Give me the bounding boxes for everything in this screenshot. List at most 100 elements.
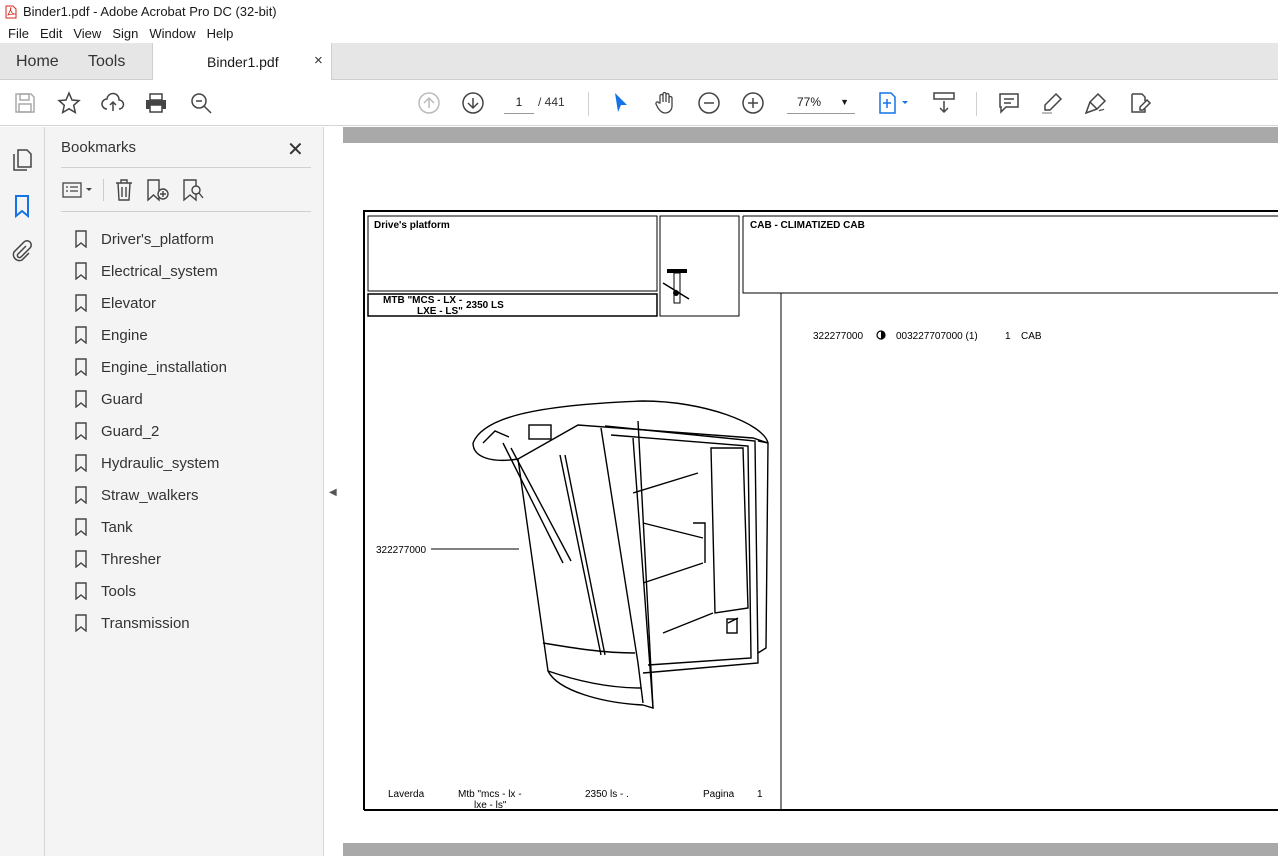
bookmark-item[interactable]: Driver's_platform xyxy=(75,223,227,255)
bookmark-icon xyxy=(75,486,87,504)
bookmark-icon xyxy=(75,294,87,312)
parts-row-desc: CAB xyxy=(1021,331,1042,342)
title-bar: Binder1.pdf - Adobe Acrobat Pro DC (32-b… xyxy=(0,0,1278,23)
attachment-icon[interactable] xyxy=(10,239,34,263)
menu-bar: File Edit View Sign Window Help xyxy=(0,23,1278,43)
bookmark-item[interactable]: Hydraulic_system xyxy=(75,447,227,479)
menu-window[interactable]: Window xyxy=(149,26,195,41)
menu-edit[interactable]: Edit xyxy=(40,26,62,41)
bookmark-options-icon[interactable] xyxy=(61,179,95,201)
bookmarks-title: Bookmarks xyxy=(61,139,137,156)
highlight-icon[interactable] xyxy=(1040,91,1064,115)
star-icon[interactable] xyxy=(57,91,81,115)
new-bookmark-icon[interactable] xyxy=(145,178,171,202)
close-tab-icon[interactable]: × xyxy=(314,52,323,69)
print-icon[interactable] xyxy=(144,91,168,115)
bookmark-item[interactable]: Tank xyxy=(75,511,227,543)
save-icon[interactable] xyxy=(13,91,37,115)
divider xyxy=(61,211,311,212)
footer-brand: Laverda xyxy=(388,789,425,800)
toolbar-divider xyxy=(976,92,977,116)
sign-pen-icon[interactable] xyxy=(1084,91,1108,115)
bookmark-item[interactable]: Tools xyxy=(75,575,227,607)
chevron-down-icon: ▼ xyxy=(840,97,849,107)
header-section-title: Drive's platform xyxy=(374,220,450,231)
left-rail xyxy=(0,127,45,856)
zoom-value: 77% xyxy=(797,95,822,109)
tab-document-label: Binder1.pdf xyxy=(207,54,279,70)
bookmark-icon xyxy=(75,358,87,376)
bookmark-panel-icon[interactable] xyxy=(10,194,34,219)
footer-page-number: 1 xyxy=(757,789,763,800)
toolbar-divider xyxy=(588,92,589,116)
bookmark-icon xyxy=(75,230,87,248)
fit-page-icon[interactable] xyxy=(876,91,912,115)
menu-sign[interactable]: Sign xyxy=(112,26,138,41)
bookmark-item[interactable]: Transmission xyxy=(75,607,227,639)
parts-diagram-page: Drive's platform MTB "MCS - LX - LXE - L… xyxy=(363,210,1278,811)
collapse-panel-icon[interactable]: ◀ xyxy=(329,487,337,498)
divider xyxy=(103,179,104,201)
cloud-upload-icon[interactable] xyxy=(101,91,125,115)
select-cursor-icon[interactable] xyxy=(609,91,633,115)
page-total: / 441 xyxy=(538,95,565,109)
bookmark-icon xyxy=(75,422,87,440)
menu-help[interactable]: Help xyxy=(207,26,234,41)
bookmarks-panel: Bookmarks ✕ Driver's_platform Electrical… xyxy=(45,127,324,856)
delete-bookmark-icon[interactable] xyxy=(113,178,135,202)
parts-row-ref: 322277000 xyxy=(813,331,863,342)
footer-model-line2: lxe - ls" xyxy=(474,800,507,811)
zoom-out-icon[interactable] xyxy=(697,91,721,115)
bookmark-item[interactable]: Straw_walkers xyxy=(75,479,227,511)
header-model-line1: MTB "MCS - LX - xyxy=(383,295,462,306)
footer-page-label: Pagina xyxy=(703,789,735,800)
tab-bar: Home Tools Binder1.pdf × xyxy=(0,43,1278,81)
tab-tools[interactable]: Tools xyxy=(88,43,125,80)
bookmark-item[interactable]: Thresher xyxy=(75,543,227,575)
acrobat-icon xyxy=(5,5,17,18)
page-number-input[interactable]: 1 xyxy=(504,90,534,114)
main-toolbar xyxy=(0,80,1278,126)
bookmark-item[interactable]: Elevator xyxy=(75,287,227,319)
tab-document[interactable]: Binder1.pdf × xyxy=(152,43,332,81)
fill-sign-icon[interactable] xyxy=(1128,91,1152,115)
menu-view[interactable]: View xyxy=(73,26,101,41)
parts-row-code: 003227707000 (1) xyxy=(896,331,978,342)
header-group-title: CAB - CLIMATIZED CAB xyxy=(750,220,865,231)
bookmark-list: Driver's_platform Electrical_system Elev… xyxy=(75,223,227,639)
previous-page-icon[interactable] xyxy=(417,91,441,115)
bookmark-icon xyxy=(75,326,87,344)
search-icon[interactable] xyxy=(189,91,213,115)
bookmark-icon xyxy=(75,582,87,600)
bookmark-icon xyxy=(75,262,87,280)
comment-icon[interactable] xyxy=(997,91,1021,115)
bookmark-icon xyxy=(75,550,87,568)
bookmark-item[interactable]: Engine xyxy=(75,319,227,351)
next-page-icon[interactable] xyxy=(461,91,485,115)
search-bookmark-icon[interactable] xyxy=(181,178,205,202)
hand-tool-icon[interactable] xyxy=(653,91,677,115)
tab-home[interactable]: Home xyxy=(16,43,59,80)
cab-drawing xyxy=(472,400,769,709)
bookmark-item[interactable]: Guard_2 xyxy=(75,415,227,447)
bookmark-icon xyxy=(75,390,87,408)
divider xyxy=(61,167,311,168)
close-icon[interactable]: ✕ xyxy=(287,137,304,162)
zoom-in-icon[interactable] xyxy=(741,91,765,115)
page-thumbnails-icon[interactable] xyxy=(10,148,34,172)
bookmark-item[interactable]: Electrical_system xyxy=(75,255,227,287)
zoom-dropdown[interactable]: 77% ▼ xyxy=(787,90,855,114)
bookmark-icon xyxy=(75,518,87,536)
footer-code: 2350 ls - . xyxy=(585,789,629,800)
bookmark-icon xyxy=(75,454,87,472)
bookmark-icon xyxy=(75,614,87,632)
menu-file[interactable]: File xyxy=(8,26,29,41)
scroll-mode-icon[interactable] xyxy=(932,91,956,115)
part-callout: 322277000 xyxy=(376,545,426,556)
window-title: Binder1.pdf - Adobe Acrobat Pro DC (32-b… xyxy=(23,4,277,19)
header-model-code: 2350 LS xyxy=(466,300,504,311)
bookmark-item[interactable]: Guard xyxy=(75,383,227,415)
footer-model-line1: Mtb "mcs - lx - xyxy=(458,789,522,800)
parts-row-qty: 1 xyxy=(1005,331,1011,342)
bookmark-item[interactable]: Engine_installation xyxy=(75,351,227,383)
